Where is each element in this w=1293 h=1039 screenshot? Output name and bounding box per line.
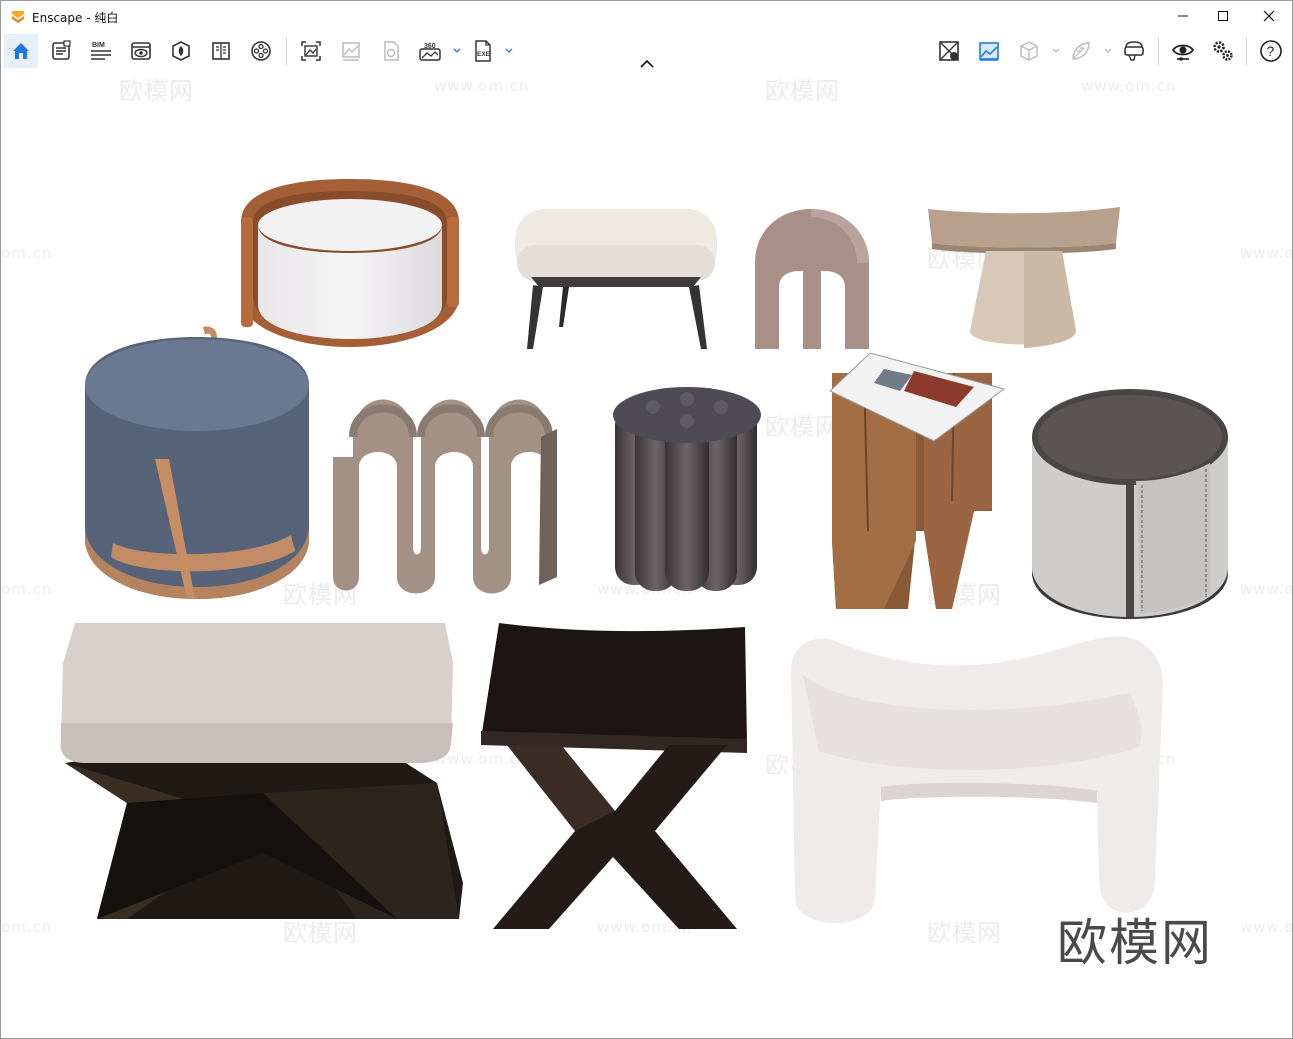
visual-settings-button[interactable]	[1166, 34, 1200, 68]
svg-text:EXE: EXE	[477, 51, 491, 58]
sync-views-icon	[979, 42, 999, 61]
watermark-site-partial: www.o	[1240, 918, 1293, 936]
render-image-icon	[301, 41, 321, 61]
watermark-brand: 欧模网	[119, 77, 194, 105]
general-settings-button[interactable]	[1206, 34, 1240, 68]
chevron-down-icon[interactable]	[1052, 48, 1060, 54]
home-button[interactable]	[4, 34, 38, 68]
minimize-icon	[1178, 15, 1188, 17]
maximize-icon	[1218, 11, 1228, 21]
watermark-site: www.om.cn	[434, 77, 530, 95]
visual-settings-icon	[1171, 44, 1195, 61]
wooden-cone-stool[interactable]	[926, 207, 1122, 357]
svg-text:?: ?	[1267, 43, 1275, 59]
leather-wrapped-round-pouf[interactable]	[1030, 387, 1230, 619]
capture-settings-button[interactable]	[1064, 34, 1098, 68]
live-updates-button[interactable]	[932, 34, 966, 68]
screenshot-list-button[interactable]	[44, 34, 78, 68]
enscape-logo-icon	[12, 11, 24, 23]
toolbar-separator	[1158, 37, 1159, 65]
close-icon	[1263, 10, 1275, 22]
export-exe-icon: EXE	[475, 40, 491, 62]
render-image-button[interactable]	[294, 34, 328, 68]
vr-headset-icon	[1124, 41, 1144, 61]
view-management-icon	[131, 42, 151, 60]
chevron-down-icon[interactable]	[1104, 48, 1112, 54]
glossy-column-cluster-stool[interactable]	[605, 385, 769, 591]
export-exe-button[interactable]: EXE	[466, 34, 500, 68]
chevron-down-icon[interactable]	[505, 48, 513, 54]
general-settings-icon	[1213, 41, 1233, 61]
toolbar-separator	[286, 37, 287, 65]
watermark-site-partial: om.cn	[1, 580, 53, 598]
help-button[interactable]: ?	[1254, 34, 1288, 68]
capture-settings-icon	[1072, 42, 1090, 60]
orthographic-button[interactable]	[1012, 34, 1046, 68]
video-editor-icon	[251, 41, 271, 61]
watermark-site-partial: www.o	[1240, 580, 1293, 598]
dark-wood-x-frame-stool[interactable]	[479, 621, 751, 931]
batch-render-icon	[342, 42, 360, 61]
white-curved-saddle-stool[interactable]	[789, 631, 1167, 929]
blue-drum-pouf-with-handle[interactable]	[83, 325, 311, 603]
orthographic-icon	[1020, 41, 1038, 61]
toolbar-separator	[1246, 37, 1247, 65]
svg-text:BIM: BIM	[92, 42, 105, 49]
home-icon	[13, 43, 29, 59]
live-updates-icon	[939, 41, 959, 61]
asset-library-icon	[172, 41, 190, 61]
export-360-icon: 360	[419, 43, 441, 61]
bim-icon: BIM	[91, 42, 111, 60]
wavy-felt-stool[interactable]	[329, 377, 559, 603]
maximize-button[interactable]	[1200, 1, 1246, 31]
render-panorama-icon	[384, 41, 399, 61]
sync-views-button[interactable]	[972, 34, 1006, 68]
help-icon: ?	[1260, 40, 1282, 62]
render-panorama-button[interactable]	[374, 34, 408, 68]
material-editor-icon	[212, 42, 230, 60]
watermark-brand-large: 欧模网	[1057, 914, 1213, 972]
wooden-stump-side-table-with-magazine[interactable]	[824, 351, 1008, 611]
vr-headset-button[interactable]	[1117, 34, 1151, 68]
chevron-down-icon[interactable]	[453, 48, 461, 54]
watermark-brand: 欧模网	[765, 77, 840, 105]
watermark-site: www.om.cn	[1081, 77, 1177, 95]
upholstered-x-base-stool[interactable]	[57, 623, 467, 925]
watermark-site-partial: om.cn	[1, 918, 53, 936]
render-viewport[interactable]: 欧模网 www.om.cn 欧模网 www.om.cn om.cn 欧模网 ww…	[1, 71, 1292, 1038]
title-bar[interactable]: Enscape - 纯白	[1, 1, 1292, 31]
enscape-window: Enscape - 纯白 BIM 360 EXE ? 欧模网 www.om.cn…	[0, 0, 1293, 1039]
material-editor-button[interactable]	[204, 34, 238, 68]
bim-button[interactable]: BIM	[84, 34, 118, 68]
collapse-toolbar-chevron-up-icon[interactable]	[639, 59, 655, 69]
close-button[interactable]	[1246, 1, 1292, 31]
window-title: Enscape - 纯白	[32, 11, 119, 25]
view-management-button[interactable]	[124, 34, 158, 68]
video-editor-button[interactable]	[244, 34, 278, 68]
batch-render-button[interactable]	[334, 34, 368, 68]
arch-shaped-stool[interactable]	[753, 207, 871, 351]
upholstered-bench-stool[interactable]	[513, 207, 719, 351]
screenshot-list-icon	[52, 40, 71, 60]
watermark-site-partial: om.cn	[1, 244, 53, 262]
asset-library-button[interactable]	[164, 34, 198, 68]
export-360-button[interactable]: 360	[414, 34, 448, 68]
watermark-site-partial: www.o	[1240, 244, 1293, 262]
